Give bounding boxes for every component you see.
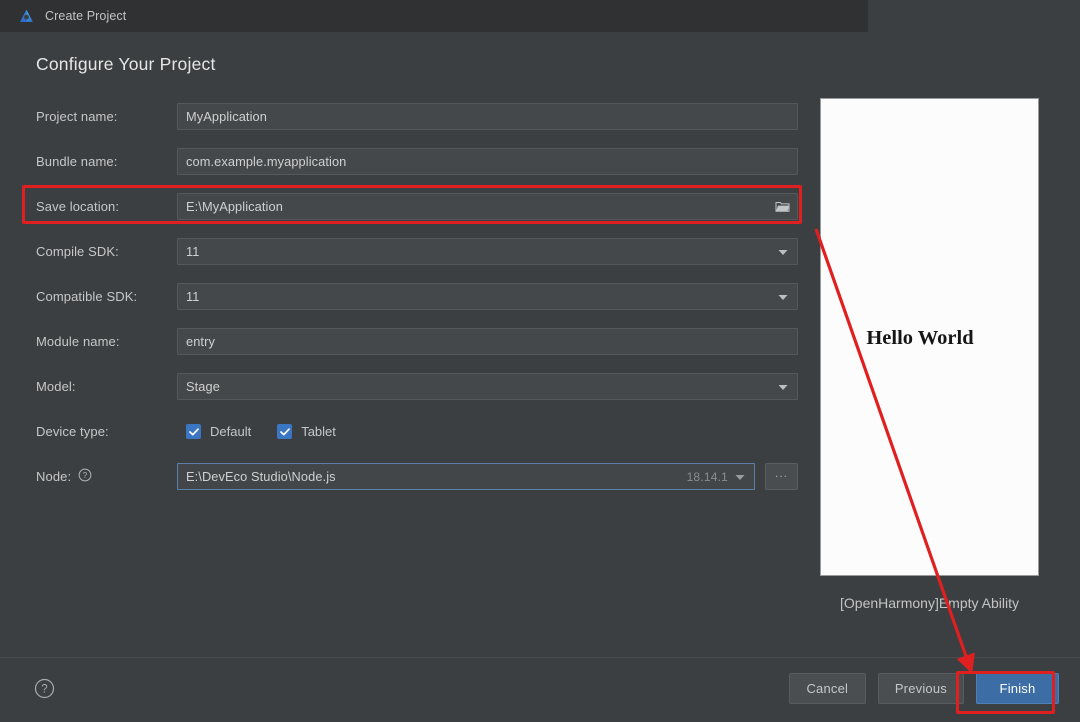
preview-hello-world-text: Hello World [866, 327, 974, 349]
question-circle-icon: ? [34, 678, 54, 698]
model-value: Stage [186, 379, 220, 394]
svg-text:?: ? [41, 683, 47, 695]
finish-button[interactable]: Finish [976, 673, 1059, 704]
project-name-value: MyApplication [186, 109, 267, 124]
ellipsis-browse-button[interactable]: ... [765, 463, 798, 490]
cancel-button[interactable]: Cancel [788, 673, 866, 704]
title-bar-right-edge [868, 0, 1080, 32]
preview-canvas: Hello World [820, 98, 1039, 576]
chevron-down-icon [778, 243, 788, 261]
model-select[interactable]: Stage [177, 373, 798, 400]
compile-sdk-value: 11 [186, 244, 200, 259]
chevron-down-icon [778, 288, 788, 306]
label-bundle-name: Bundle name: [36, 154, 118, 169]
previous-button[interactable]: Previous [877, 673, 964, 704]
folder-browse-button[interactable] [773, 198, 791, 216]
compatible-sdk-value: 11 [186, 289, 200, 304]
label-node: Node: ? [36, 468, 177, 485]
template-preview: Hello World [OpenHarmony]Empty Ability [820, 98, 1039, 615]
compile-sdk-select[interactable]: 11 [177, 238, 798, 265]
field-row-module-name: Module name: entry [36, 319, 798, 364]
node-path-input[interactable]: E:\DevEco Studio\Node.js 18.14.1 [177, 463, 755, 490]
field-row-node: Node: ? E:\DevEco Studio\Node.js 18.14.1 [36, 454, 798, 499]
bundle-name-input[interactable]: com.example.myapplication [177, 148, 798, 175]
label-compile-sdk: Compile SDK: [36, 244, 119, 259]
project-name-input[interactable]: MyApplication [177, 103, 798, 130]
compatible-sdk-select[interactable]: 11 [177, 283, 798, 310]
svg-text:?: ? [83, 471, 88, 480]
preview-caption: [OpenHarmony]Empty Ability [840, 595, 1019, 611]
help-button[interactable]: ? [33, 677, 55, 699]
label-device-type: Device type: [36, 424, 109, 439]
field-row-save-location: Save location: E:\MyApplication [36, 184, 798, 229]
bundle-name-value: com.example.myapplication [186, 154, 347, 169]
checkbox-checked-icon [186, 424, 201, 439]
title-bar-left: Create Project [0, 8, 126, 25]
field-row-compatible-sdk: Compatible SDK: 11 [36, 274, 798, 319]
dialog-content: Configure Your Project Project name: MyA… [0, 32, 1080, 722]
checkbox-checked-icon [277, 424, 293, 439]
node-version-value: 18.14.1 [686, 469, 728, 484]
page-title: Configure Your Project [36, 54, 216, 74]
save-location-input[interactable]: E:\MyApplication [177, 193, 798, 220]
deveco-studio-logo-icon [18, 8, 35, 25]
label-save-location: Save location: [36, 199, 120, 214]
checkbox-tablet-label: Tablet [301, 424, 336, 439]
field-row-bundle-name: Bundle name: com.example.myapplication [36, 139, 798, 184]
field-row-model: Model: Stage [36, 364, 798, 409]
project-config-form: Project name: MyApplication Bundle name:… [36, 94, 798, 499]
checkbox-default-label: Default [210, 424, 252, 439]
question-circle-icon[interactable]: ? [78, 468, 92, 485]
window-title: Create Project [45, 9, 127, 23]
label-module-name: Module name: [36, 334, 120, 349]
dialog-footer: ? Cancel Previous Finish [0, 658, 1080, 722]
title-bar: Create Project [0, 0, 1080, 32]
save-location-value: E:\MyApplication [186, 199, 283, 214]
folder-icon [775, 202, 789, 212]
label-project-name: Project name: [36, 109, 118, 124]
label-model: Model: [36, 379, 76, 394]
footer-actions: Cancel Previous Finish [788, 673, 1059, 704]
field-row-compile-sdk: Compile SDK: 11 [36, 229, 798, 274]
field-row-device-type: Device type: Default Tablet [36, 409, 798, 454]
label-compatible-sdk: Compatible SDK: [36, 289, 138, 304]
chevron-down-icon[interactable] [735, 468, 745, 486]
device-type-options: Default Tablet [177, 424, 798, 439]
node-path-value: E:\DevEco Studio\Node.js [186, 469, 336, 484]
create-project-dialog: Create Project Configure Your Project Pr… [0, 0, 1080, 722]
field-row-project-name: Project name: MyApplication [36, 94, 798, 139]
label-node-text: Node: [36, 469, 72, 484]
module-name-value: entry [186, 334, 215, 349]
checkbox-tablet[interactable]: Tablet [277, 424, 336, 439]
checkbox-default[interactable]: Default [186, 424, 251, 439]
module-name-input[interactable]: entry [177, 328, 798, 355]
chevron-down-icon [778, 378, 788, 396]
